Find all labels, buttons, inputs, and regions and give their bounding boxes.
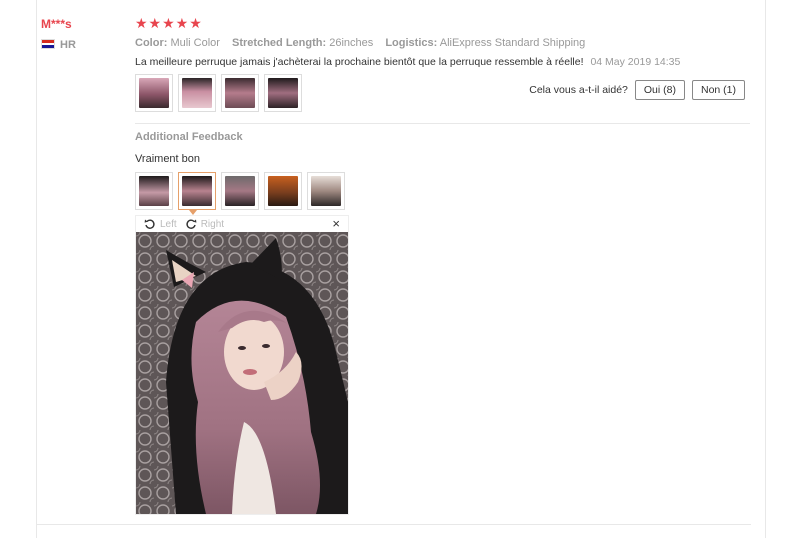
additional-feedback-text: Vraiment bon: [135, 153, 201, 165]
additional-feedback-title: Additional Feedback: [135, 131, 243, 143]
helpful-question: Cela vous a-t-il aidé?: [529, 84, 628, 96]
review-body: La meilleure perruque jamais j'achèterai…: [135, 56, 680, 68]
close-icon[interactable]: ×: [332, 216, 340, 232]
review-photo-thumb[interactable]: [135, 74, 173, 112]
logistics-value: AliExpress Standard Shipping: [439, 37, 586, 49]
helpful-yes-button[interactable]: Oui (8): [634, 80, 685, 100]
rotate-left-icon: [144, 219, 155, 229]
rotate-left-button[interactable]: Left: [144, 218, 177, 230]
additional-photo-thumb[interactable]: [264, 172, 302, 210]
additional-photo-thumb-active[interactable]: [178, 172, 216, 210]
bottom-divider: [36, 524, 751, 525]
viewer-toolbar: Left Right ×: [136, 216, 348, 232]
review-date: 04 May 2019 14:35: [590, 56, 681, 68]
rotate-right-label: Right: [200, 218, 225, 230]
review-photo-thumb[interactable]: [221, 74, 259, 112]
additional-photos: [135, 172, 345, 210]
reviewer-country: HR: [60, 39, 76, 51]
rotate-right-icon: [186, 219, 197, 229]
review-photo-thumb[interactable]: [178, 74, 216, 112]
helpful-no-button[interactable]: Non (1): [691, 80, 745, 100]
divider: [135, 123, 750, 124]
additional-photo-thumb[interactable]: [135, 172, 173, 210]
reviewer-name: M***s: [41, 17, 72, 31]
review-photo-large: [136, 232, 348, 514]
color-value: Muli Color: [170, 37, 220, 49]
review-meta: Color: Muli Color Stretched Length: 26in…: [135, 37, 585, 49]
color-label: Color:: [135, 37, 168, 49]
helpful-vote: Cela vous a-t-il aidé? Oui (8) Non (1): [529, 80, 745, 100]
length-value: 26inches: [329, 37, 374, 49]
flag-icon: [41, 39, 55, 49]
rotate-left-label: Left: [160, 218, 177, 230]
image-viewer: Left Right ×: [135, 215, 349, 515]
logistics-label: Logistics:: [385, 37, 438, 49]
star-rating: ★★★★★: [135, 15, 203, 31]
review-text: La meilleure perruque jamais j'achèterai…: [135, 56, 584, 68]
additional-photo-thumb[interactable]: [307, 172, 345, 210]
rotate-right-button[interactable]: Right: [185, 218, 224, 230]
viewer-photo: [136, 232, 348, 514]
additional-photo-thumb[interactable]: [221, 172, 259, 210]
review-photos: [135, 74, 302, 112]
review-photo-thumb[interactable]: [264, 74, 302, 112]
length-label: Stretched Length:: [232, 37, 327, 49]
